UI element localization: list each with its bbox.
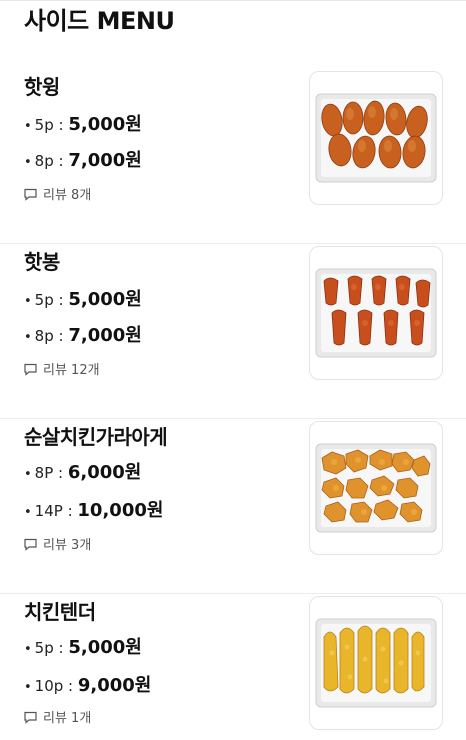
bullet-icon: • [24,155,32,170]
option-price: 10,000원 [77,500,164,521]
review-link[interactable]: 리뷰 8개 [24,186,91,206]
item-image[interactable] [309,421,443,555]
item-name: 핫윙 [24,75,60,99]
option-row: • 10p : 9,000원 [24,675,152,696]
top-divider [0,0,466,1]
option-qty: 8P [34,464,54,482]
option-price: 7,000원 [68,150,142,171]
item-image[interactable] [309,596,443,730]
option-qty: 8p [34,152,54,170]
option-qty: 5p [34,291,54,309]
option-row: • 8p : 7,000원 [24,325,142,346]
review-count: 리뷰 3개 [43,538,92,553]
bullet-icon: • [24,467,32,482]
option-qty: 5p [34,116,54,134]
bullet-icon: • [24,642,32,657]
review-link[interactable]: 리뷰 12개 [24,361,100,381]
option-row: • 5p : 5,000원 [24,637,142,658]
section-title: 사이드 MENU [24,7,175,35]
option-qty: 10p [34,677,64,695]
bullet-icon: • [24,294,32,309]
item-image[interactable] [309,246,443,380]
comment-icon [24,188,37,201]
chicken-wings-image [315,93,437,183]
item-name: 순살치킨가라아게 [24,425,168,449]
option-price: 5,000원 [68,114,142,135]
menu-item-hot-wing[interactable]: 핫윙 • 5p : 5,000원 • 8p : 7,000원 리뷰 8개 [0,70,466,244]
item-name: 핫봉 [24,250,60,274]
item-divider [0,593,466,594]
item-divider [0,243,466,244]
option-row: • 5p : 5,000원 [24,289,142,310]
option-price: 5,000원 [68,637,142,658]
review-count: 리뷰 12개 [43,363,100,378]
comment-icon [24,363,37,376]
bullet-icon: • [24,505,32,520]
item-image[interactable] [309,71,443,205]
option-price: 7,000원 [68,325,142,346]
menu-item-chicken-tender[interactable]: 치킨텐더 • 5p : 5,000원 • 10p : 9,000원 리뷰 1개 [0,595,466,740]
option-qty: 5p [34,639,54,657]
option-price: 9,000원 [77,675,152,696]
option-price: 6,000원 [67,462,142,483]
comment-icon [24,538,37,551]
option-qty: 14P [34,502,63,520]
option-row: • 5p : 5,000원 [24,114,142,135]
review-link[interactable]: 리뷰 3개 [24,536,91,556]
karaage-image [315,443,437,533]
bullet-icon: • [24,119,32,134]
chicken-tenders-image [315,618,437,708]
item-name: 치킨텐더 [24,600,96,624]
menu-item-karaage[interactable]: 순살치킨가라아게 • 8P : 6,000원 • 14P : 10,000원 리뷰 … [0,420,466,594]
chicken-drumettes-image [315,268,437,358]
review-count: 리뷰 1개 [43,711,92,726]
option-price: 5,000원 [68,289,142,310]
option-row: • 8P : 6,000원 [24,462,142,483]
bullet-icon: • [24,680,32,695]
review-count: 리뷰 8개 [43,188,92,203]
option-row: • 14P : 10,000원 [24,500,164,521]
menu-item-hot-bong[interactable]: 핫봉 • 5p : 5,000원 • 8p : 7,000원 리뷰 12개 [0,245,466,419]
review-link[interactable]: 리뷰 1개 [24,709,91,729]
comment-icon [24,711,37,724]
bullet-icon: • [24,330,32,345]
option-row: • 8p : 7,000원 [24,150,142,171]
option-qty: 8p [34,327,54,345]
item-divider [0,418,466,419]
